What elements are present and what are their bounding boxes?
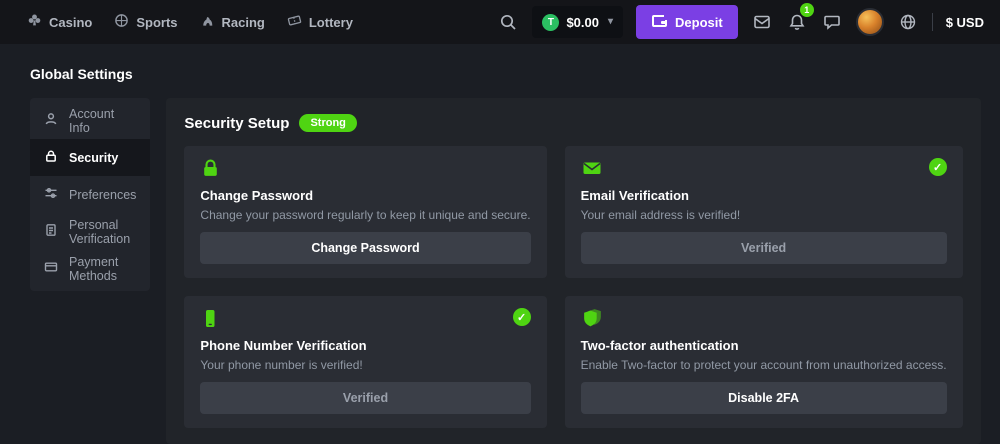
nav-label: Casino	[49, 15, 92, 30]
card-title: Email Verification	[581, 188, 947, 203]
change-password-button[interactable]: Change Password	[200, 232, 530, 264]
page-title: Global Settings	[30, 66, 970, 82]
main-content: Global Settings Account Info Security Pr	[0, 44, 1000, 444]
email-verified-button[interactable]: Verified	[581, 232, 947, 264]
wallet-icon	[651, 14, 667, 31]
horse-icon	[200, 13, 215, 31]
ticket-icon	[287, 13, 302, 31]
card-description: Change your password regularly to keep i…	[200, 208, 530, 222]
nav-item-sports[interactable]: Sports	[103, 0, 188, 44]
phone-verification-card: ✓ Phone Number Verification Your phone n…	[184, 296, 546, 428]
card-description: Enable Two-factor to protect your accoun…	[581, 358, 947, 372]
sidebar-item-label: Account Info	[69, 107, 136, 135]
nav-label: Racing	[222, 15, 265, 30]
sidebar-item-label: Personal Verification	[69, 218, 136, 246]
password-strength-badge: Strong	[299, 114, 356, 132]
clover-icon	[27, 13, 42, 31]
email-verification-card: ✓ Email Verification Your email address …	[565, 146, 963, 278]
sidebar-item-label: Preferences	[69, 188, 136, 202]
nav-item-lottery[interactable]: Lottery	[276, 0, 364, 44]
topbar-divider	[932, 13, 933, 31]
panel-title: Security Setup	[184, 115, 289, 132]
change-password-card: ✓ Change Password Change your password r…	[184, 146, 546, 278]
user-avatar[interactable]	[856, 8, 884, 36]
envelope-icon	[581, 158, 603, 183]
phone-verified-button[interactable]: Verified	[200, 382, 530, 414]
security-setup-panel: Security Setup Strong ✓ Change Password …	[166, 98, 980, 444]
notification-count-badge: 1	[800, 3, 814, 17]
sliders-icon	[44, 186, 58, 203]
sidebar-item-account-info[interactable]: Account Info	[30, 102, 150, 139]
deposit-button[interactable]: Deposit	[636, 5, 738, 39]
balance-amount: $0.00	[566, 15, 599, 30]
tether-coin-icon: T	[542, 14, 559, 31]
card-title: Change Password	[200, 188, 530, 203]
credit-card-icon	[44, 260, 58, 277]
sidebar-item-preferences[interactable]: Preferences	[30, 176, 150, 213]
chat-icon[interactable]	[821, 11, 843, 33]
inbox-icon[interactable]	[751, 11, 773, 33]
chevron-down-icon: ▾	[608, 17, 613, 27]
user-icon	[44, 112, 58, 129]
card-title: Phone Number Verification	[200, 338, 530, 353]
security-cards-grid: ✓ Change Password Change your password r…	[184, 146, 962, 428]
nav-item-racing[interactable]: Racing	[189, 0, 276, 44]
language-globe-icon[interactable]	[897, 11, 919, 33]
sidebar-item-label: Security	[69, 151, 118, 165]
wallet-balance-selector[interactable]: T $0.00 ▾	[532, 6, 623, 38]
nav-item-casino[interactable]: Casino	[16, 0, 103, 44]
notifications-bell-icon[interactable]: 1	[786, 11, 808, 33]
verified-check-icon: ✓	[513, 308, 531, 326]
shield-icon	[581, 308, 604, 334]
search-icon[interactable]	[497, 11, 519, 33]
currency-selector[interactable]: $ USD	[946, 15, 984, 30]
two-factor-card: ✓ Two-factor authentication Enable Two-f…	[565, 296, 963, 428]
padlock-icon	[200, 158, 221, 184]
phone-icon	[200, 308, 220, 334]
card-title: Two-factor authentication	[581, 338, 947, 353]
sidebar-item-security[interactable]: Security	[30, 139, 150, 176]
nav-label: Lottery	[309, 15, 353, 30]
deposit-label: Deposit	[675, 15, 723, 30]
sidebar-item-label: Payment Methods	[69, 255, 136, 283]
nav-label: Sports	[136, 15, 177, 30]
sidebar-item-payment-methods[interactable]: Payment Methods	[30, 250, 150, 287]
currency-label: $ USD	[946, 15, 984, 30]
verified-check-icon: ✓	[929, 158, 947, 176]
settings-sidebar: Account Info Security Preferences Person…	[30, 98, 150, 291]
lock-icon	[44, 149, 58, 166]
basketball-icon	[114, 13, 129, 31]
document-icon	[44, 223, 58, 240]
card-description: Your email address is verified!	[581, 208, 947, 222]
card-description: Your phone number is verified!	[200, 358, 530, 372]
disable-2fa-button[interactable]: Disable 2FA	[581, 382, 947, 414]
topbar-right-cluster: T $0.00 ▾ Deposit 1 $ USD	[497, 5, 984, 39]
sidebar-item-personal-verification[interactable]: Personal Verification	[30, 213, 150, 250]
top-navigation-bar: Casino Sports Racing Lottery T $0.00 ▾	[0, 0, 1000, 44]
